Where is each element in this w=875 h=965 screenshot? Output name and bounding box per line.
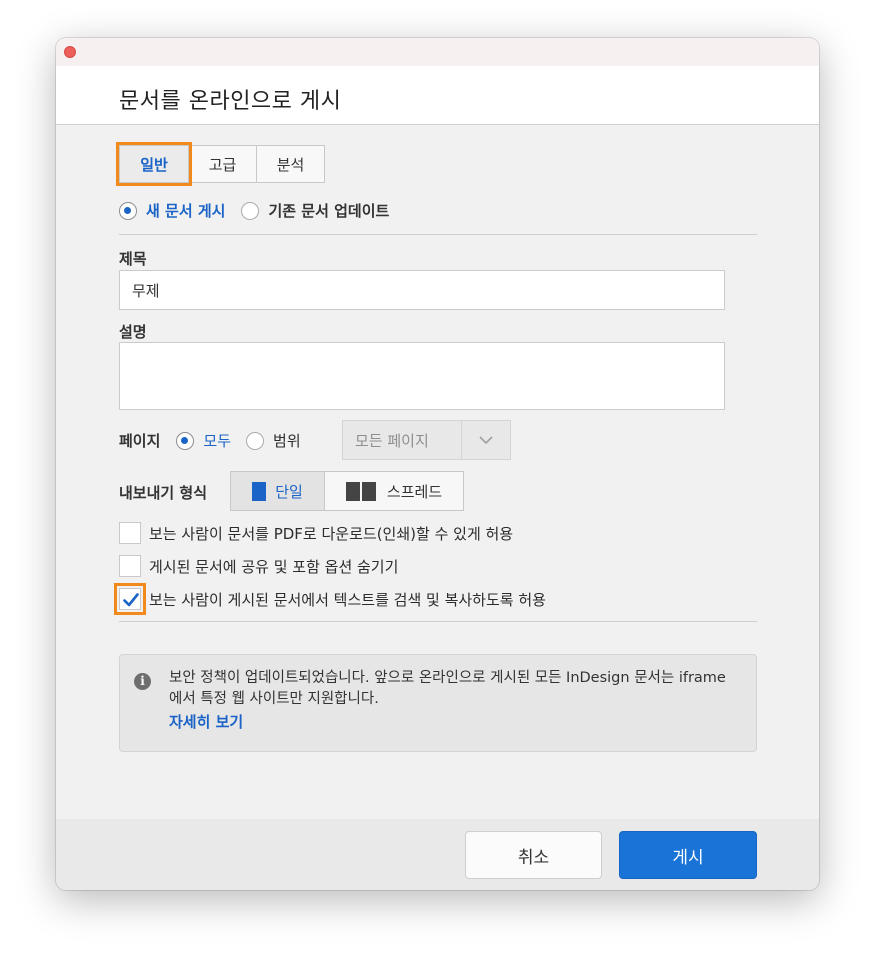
security-notice: i 보안 정책이 업데이트되었습니다. 앞으로 온라인으로 게시된 모든 InD… bbox=[119, 654, 757, 752]
hide-share-checkbox[interactable] bbox=[119, 555, 141, 577]
radio-pages-all-label[interactable]: 모두 bbox=[203, 430, 231, 451]
publish-mode-group: 새 문서 게시 기존 문서 업데이트 bbox=[119, 200, 389, 221]
radio-update-document-label[interactable]: 기존 문서 업데이트 bbox=[268, 200, 389, 221]
option-allow-search-copy: 보는 사람이 게시된 문서에서 텍스트를 검색 및 복사하도록 허용 bbox=[114, 583, 546, 615]
description-input[interactable] bbox=[119, 342, 725, 410]
single-page-icon bbox=[252, 481, 267, 501]
dialog-footer: 취소 게시 bbox=[56, 819, 819, 890]
option-hide-share: 게시된 문서에 공유 및 포함 옵션 숨기기 bbox=[119, 555, 398, 577]
learn-more-link[interactable]: 자세히 보기 bbox=[169, 711, 243, 732]
page-range-select-value: 모든 페이지 bbox=[355, 431, 429, 450]
radio-pages-all[interactable] bbox=[176, 431, 195, 450]
cancel-button[interactable]: 취소 bbox=[465, 831, 602, 879]
allow-search-copy-label[interactable]: 보는 사람이 게시된 문서에서 텍스트를 검색 및 복사하도록 허용 bbox=[149, 589, 546, 610]
radio-pages-range[interactable] bbox=[246, 431, 265, 450]
option-allow-download: 보는 사람이 문서를 PDF로 다운로드(인쇄)할 수 있게 허용 bbox=[119, 522, 513, 544]
tab-advanced[interactable]: 고급 bbox=[188, 145, 257, 183]
dialog-header: 문서를 온라인으로 게시 bbox=[56, 66, 819, 125]
divider bbox=[119, 234, 757, 235]
publish-button[interactable]: 게시 bbox=[619, 831, 757, 879]
pages-group: 페이지 모두 범위 bbox=[119, 430, 301, 451]
tab-general[interactable]: 일반 bbox=[116, 142, 192, 186]
divider bbox=[119, 621, 757, 622]
info-icon: i bbox=[134, 673, 151, 690]
export-format-label: 내보내기 형식 bbox=[119, 484, 208, 502]
export-single-button[interactable]: 단일 bbox=[230, 471, 325, 511]
allow-download-label[interactable]: 보는 사람이 문서를 PDF로 다운로드(인쇄)할 수 있게 허용 bbox=[149, 523, 513, 544]
description-label: 설명 bbox=[119, 323, 147, 341]
notice-text: 보안 정책이 업데이트되었습니다. 앞으로 온라인으로 게시된 모든 InDes… bbox=[169, 670, 726, 707]
dialog-title: 문서를 온라인으로 게시 bbox=[119, 89, 342, 114]
export-single-label: 단일 bbox=[275, 482, 303, 501]
title-input[interactable]: 무제 bbox=[119, 270, 725, 310]
tab-bar: 일반 고급 분석 bbox=[116, 142, 325, 186]
export-format-segmented: 단일 스프레드 bbox=[230, 471, 464, 511]
radio-pages-range-label[interactable]: 범위 bbox=[273, 430, 301, 451]
page-range-select[interactable]: 모든 페이지 bbox=[342, 420, 511, 460]
pages-label: 페이지 bbox=[119, 432, 161, 450]
export-spread-label: 스프레드 bbox=[386, 482, 443, 501]
title-label: 제목 bbox=[119, 250, 147, 268]
export-spread-button[interactable]: 스프레드 bbox=[324, 471, 464, 511]
tab-analytics[interactable]: 분석 bbox=[256, 145, 325, 183]
publish-online-dialog: 문서를 온라인으로 게시 일반 고급 분석 새 문서 게시 기존 문서 업데이트… bbox=[56, 38, 819, 890]
window-close-button[interactable] bbox=[64, 46, 76, 58]
chevron-down-icon bbox=[462, 435, 510, 445]
checkmark-icon bbox=[123, 593, 139, 607]
radio-new-document[interactable] bbox=[119, 201, 137, 220]
allow-search-copy-checkbox[interactable] bbox=[114, 583, 146, 615]
radio-update-document[interactable] bbox=[241, 201, 260, 220]
hide-share-label[interactable]: 게시된 문서에 공유 및 포함 옵션 숨기기 bbox=[149, 556, 398, 577]
title-bar bbox=[56, 38, 819, 66]
radio-new-document-label[interactable]: 새 문서 게시 bbox=[146, 200, 225, 221]
dialog-content: 일반 고급 분석 새 문서 게시 기존 문서 업데이트 제목 무제 설명 페이지… bbox=[56, 125, 819, 819]
spread-page-icon bbox=[345, 481, 378, 501]
allow-download-checkbox[interactable] bbox=[119, 522, 141, 544]
